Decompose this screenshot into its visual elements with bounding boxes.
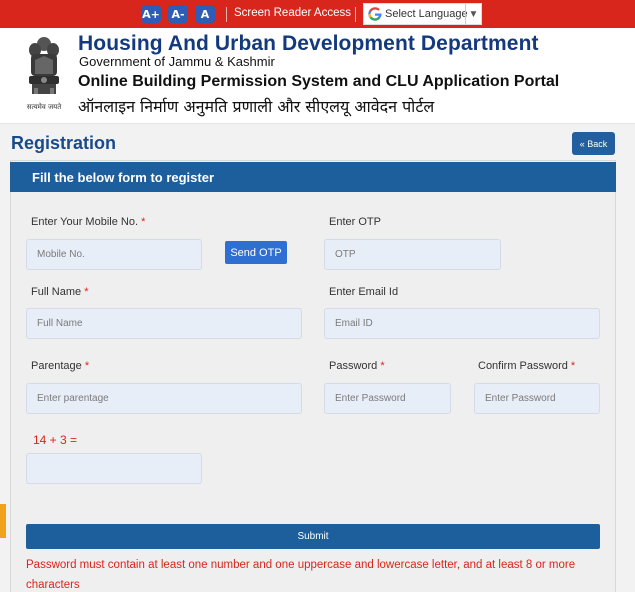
portal-title-hindi: ऑनलाइन निर्माण अनुमति प्रणाली और सीएलयू …: [78, 97, 435, 116]
national-emblem-icon: [29, 37, 59, 94]
required-mark: *: [84, 360, 90, 372]
confirm-password-label-text: Confirm Password: [478, 360, 568, 372]
parentage-label: Parentage *: [31, 360, 89, 372]
panel-heading: Fill the below form to register: [32, 170, 215, 185]
mobile-label-text: Enter Your Mobile No.: [31, 216, 139, 228]
divider: [226, 7, 227, 22]
portal-title: Online Building Permission System and CL…: [78, 73, 560, 90]
confirm-password-input[interactable]: [474, 383, 600, 414]
otp-input[interactable]: [324, 239, 501, 270]
confirm-password-label: Confirm Password *: [478, 360, 575, 372]
government-subtitle: Government of Jammu & Kashmir: [79, 54, 275, 69]
panel-header: Fill the below form to register: [10, 162, 616, 192]
parentage-label-text: Parentage: [31, 360, 82, 372]
font-increase-button[interactable]: A+: [141, 5, 161, 23]
fullname-label: Full Name *: [31, 286, 88, 298]
divider: [355, 7, 356, 22]
department-title: Housing And Urban Development Department: [78, 32, 539, 55]
send-otp-button[interactable]: Send OTP: [225, 241, 287, 264]
email-input[interactable]: [324, 308, 600, 339]
password-label: Password *: [329, 360, 385, 372]
fullname-label-text: Full Name: [31, 286, 82, 298]
font-normal-button[interactable]: A: [195, 5, 215, 23]
font-decrease-button[interactable]: A-: [168, 5, 188, 23]
back-button[interactable]: « Back: [572, 132, 615, 155]
screen-reader-link[interactable]: Screen Reader Access: [234, 7, 351, 19]
language-selector[interactable]: Select Language ▼: [363, 3, 482, 25]
fullname-input[interactable]: [26, 308, 302, 339]
required-mark: *: [380, 360, 385, 372]
password-label-text: Password: [329, 360, 378, 372]
google-icon: [368, 7, 382, 21]
email-label: Enter Email Id: [329, 286, 399, 298]
site-header: सत्यमेव जयते Housing And Urban Developme…: [0, 28, 635, 124]
page-title: Registration: [11, 133, 117, 153]
language-label: Select Language: [385, 8, 468, 20]
parentage-input[interactable]: [26, 383, 302, 414]
password-input[interactable]: [324, 383, 451, 414]
chevron-down-icon[interactable]: ▼: [465, 4, 481, 24]
mobile-label: Enter Your Mobile No. *: [31, 216, 145, 228]
required-mark: *: [570, 360, 576, 372]
side-feedback-tab[interactable]: [0, 504, 6, 538]
emblem-motto: सत्यमेव जयते: [26, 103, 62, 111]
submit-button[interactable]: Submit: [26, 524, 600, 549]
required-mark: *: [84, 286, 89, 298]
captcha-question: 14 + 3 =: [33, 433, 78, 447]
required-mark: *: [141, 216, 146, 228]
password-requirements-note: Password must contain at least one numbe…: [26, 559, 576, 591]
mobile-input[interactable]: [26, 239, 202, 270]
otp-label: Enter OTP: [329, 216, 381, 228]
captcha-input[interactable]: [26, 453, 202, 484]
accessibility-bar: A+ A- A Screen Reader Access Select Lang…: [0, 0, 635, 28]
